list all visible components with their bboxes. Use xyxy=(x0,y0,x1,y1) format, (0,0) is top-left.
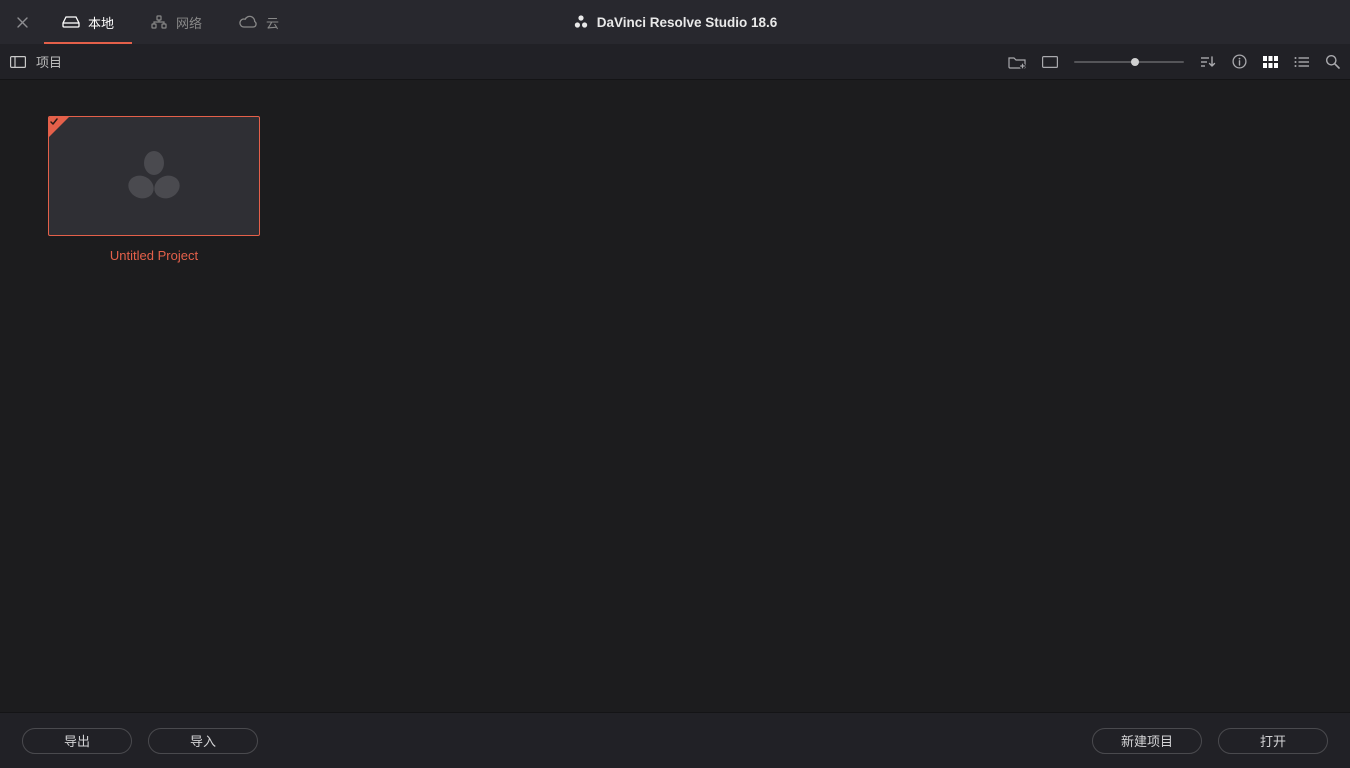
grid-view-icon xyxy=(1263,56,1278,68)
sidebar-icon xyxy=(10,56,26,68)
info-button[interactable] xyxy=(1232,54,1247,69)
new-project-button[interactable]: 新建项目 xyxy=(1092,728,1202,754)
tab-local-label: 本地 xyxy=(88,13,114,32)
title-bar: 本地 网络 云 xyxy=(0,0,1350,44)
window-title: DaVinci Resolve Studio 18.6 xyxy=(573,14,778,30)
open-button[interactable]: 打开 xyxy=(1218,728,1328,754)
tab-local[interactable]: 本地 xyxy=(44,0,132,44)
info-icon xyxy=(1232,54,1247,69)
drive-icon xyxy=(62,15,80,29)
footer-bar: 导出 导入 新建项目 打开 xyxy=(0,712,1350,768)
close-button[interactable] xyxy=(0,0,44,44)
list-view-button[interactable] xyxy=(1294,56,1309,68)
fullscreen-button[interactable] xyxy=(1042,56,1058,68)
check-icon xyxy=(50,118,58,126)
new-folder-icon xyxy=(1008,55,1026,69)
cloud-icon xyxy=(238,15,258,29)
new-folder-button[interactable] xyxy=(1008,55,1026,69)
export-button[interactable]: 导出 xyxy=(22,728,132,754)
import-button[interactable]: 导入 xyxy=(148,728,258,754)
storage-tabs: 本地 网络 云 xyxy=(44,0,297,44)
project-item[interactable]: Untitled Project xyxy=(48,116,260,263)
search-icon xyxy=(1325,54,1340,69)
app-logo-icon xyxy=(573,14,589,30)
network-icon xyxy=(150,15,168,29)
project-name: Untitled Project xyxy=(110,248,198,263)
toggle-sidebar-button[interactable] xyxy=(10,56,26,68)
section-title: 项目 xyxy=(36,52,62,71)
window-title-text: DaVinci Resolve Studio 18.6 xyxy=(597,15,778,30)
project-grid: Untitled Project xyxy=(48,116,1302,263)
slider-thumb[interactable] xyxy=(1131,58,1139,66)
project-placeholder-icon xyxy=(124,149,184,203)
close-icon xyxy=(17,17,28,28)
toolbar: 项目 xyxy=(0,44,1350,80)
search-button[interactable] xyxy=(1325,54,1340,69)
sort-button[interactable] xyxy=(1200,55,1216,69)
tab-cloud[interactable]: 云 xyxy=(220,0,297,44)
list-view-icon xyxy=(1294,56,1309,68)
tab-network-label: 网络 xyxy=(176,13,202,32)
slider-track xyxy=(1074,61,1184,63)
sort-icon xyxy=(1200,55,1216,69)
fullscreen-icon xyxy=(1042,56,1058,68)
thumbnail-size-slider[interactable] xyxy=(1074,54,1184,70)
grid-view-button[interactable] xyxy=(1263,56,1278,68)
tab-network[interactable]: 网络 xyxy=(132,0,220,44)
tab-cloud-label: 云 xyxy=(266,13,279,32)
project-library: Untitled Project xyxy=(0,80,1350,712)
project-thumbnail[interactable] xyxy=(48,116,260,236)
